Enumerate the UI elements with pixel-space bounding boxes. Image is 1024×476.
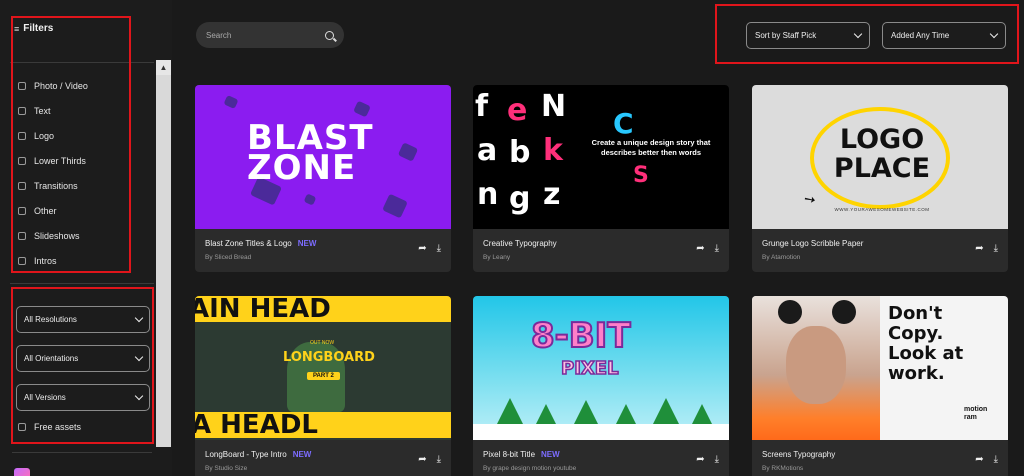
- card-actions: ➦ ⤓: [696, 454, 719, 465]
- search-icon[interactable]: [325, 30, 334, 40]
- thumb-brand: motion ram: [964, 406, 988, 421]
- card-title[interactable]: LongBoard - Type Intro NEW: [205, 450, 311, 459]
- thumbnail[interactable]: LOGO PLACE ➘ WWW.YOURAWESOMEWEBSITE.COM: [752, 85, 1008, 229]
- download-icon[interactable]: ⤓: [994, 243, 998, 254]
- card-title[interactable]: Grunge Logo Scribble Paper: [762, 239, 863, 248]
- card-author[interactable]: By Atamotion: [762, 254, 800, 261]
- search-input[interactable]: Search: [206, 31, 231, 40]
- card-actions: ➦ ⤓: [975, 454, 998, 465]
- thumb-part: PART 2: [307, 372, 340, 380]
- card-actions: ➦ ⤓: [975, 243, 998, 254]
- thumb-text: Create a unique design story that descri…: [591, 138, 711, 157]
- card-actions: ➦ ⤓: [418, 454, 441, 465]
- thumb-text: BLAST ZONE: [247, 118, 374, 188]
- highlight-box: [11, 287, 154, 444]
- sort-select[interactable]: Sort by Staff Pick: [746, 22, 870, 49]
- download-icon[interactable]: ⤓: [994, 454, 998, 465]
- arrow-icon: ➘: [800, 189, 819, 210]
- share-icon[interactable]: ➦: [696, 454, 704, 465]
- app-logo-icon[interactable]: [14, 468, 30, 476]
- share-icon[interactable]: ➦: [975, 454, 983, 465]
- new-badge: NEW: [297, 239, 317, 248]
- card-title[interactable]: Pixel 8-bit Title NEW: [483, 450, 560, 459]
- divider: [12, 452, 152, 453]
- card-title[interactable]: Screens Typography: [762, 450, 835, 459]
- card-title-text[interactable]: Grunge Logo Scribble Paper: [762, 239, 863, 248]
- thumb-sub: PIXEL: [560, 357, 619, 380]
- added-time-select[interactable]: Added Any Time: [882, 22, 1006, 49]
- card-title-text[interactable]: Creative Typography: [483, 239, 557, 248]
- download-icon[interactable]: ⤓: [437, 454, 441, 465]
- template-card[interactable]: 8-BIT PIXEL Pixel 8-bit Title NEW By gra…: [473, 296, 729, 476]
- chevron-down-icon: [853, 29, 863, 39]
- share-icon[interactable]: ➦: [418, 243, 426, 254]
- template-card[interactable]: f e N a b k n g z C S Create a unique de…: [473, 85, 729, 272]
- thumb-text: 8-BIT: [530, 315, 632, 357]
- template-card[interactable]: LOGO PLACE ➘ WWW.YOURAWESOMEWEBSITE.COM …: [752, 85, 1008, 272]
- card-actions: ➦ ⤓: [418, 243, 441, 254]
- download-icon[interactable]: ⤓: [715, 243, 719, 254]
- share-icon[interactable]: ➦: [975, 243, 983, 254]
- template-card[interactable]: BLAST ZONE Blast Zone Titles & Logo NEW …: [195, 85, 451, 272]
- thumbnail[interactable]: AIN HEAD A HEADL OUT NOW LONGBOARD PART …: [195, 296, 451, 440]
- scroll-up-arrow[interactable]: ▲: [156, 60, 171, 75]
- search-bar[interactable]: Search: [196, 22, 344, 48]
- card-title-text[interactable]: LongBoard - Type Intro: [205, 450, 287, 459]
- new-badge: NEW: [292, 450, 312, 459]
- download-icon[interactable]: ⤓: [715, 454, 719, 465]
- new-badge: NEW: [541, 450, 560, 459]
- card-title[interactable]: Blast Zone Titles & Logo NEW: [205, 239, 316, 248]
- thumb-text: LONGBOARD: [283, 350, 375, 365]
- thumbnail[interactable]: f e N a b k n g z C S Create a unique de…: [473, 85, 729, 229]
- card-actions: ➦ ⤓: [696, 243, 719, 254]
- template-card[interactable]: Don't Copy. Look at work. motion ram Scr…: [752, 296, 1008, 476]
- divider: [10, 283, 154, 284]
- card-title-text[interactable]: Pixel 8-bit Title: [483, 450, 535, 459]
- highlight-box: [11, 16, 131, 273]
- scrollbar-track[interactable]: [156, 75, 171, 447]
- download-icon[interactable]: ⤓: [437, 243, 441, 254]
- card-author[interactable]: By Leany: [483, 254, 510, 261]
- template-card[interactable]: AIN HEAD A HEADL OUT NOW LONGBOARD PART …: [195, 296, 451, 476]
- thumb-website: WWW.YOURAWESOMEWEBSITE.COM: [834, 207, 930, 212]
- share-icon[interactable]: ➦: [696, 243, 704, 254]
- thumbnail[interactable]: 8-BIT PIXEL: [473, 296, 729, 440]
- added-value: Added Any Time: [891, 31, 950, 40]
- card-author[interactable]: By Studio Size: [205, 465, 247, 472]
- chevron-down-icon: [989, 29, 999, 39]
- card-title[interactable]: Creative Typography: [483, 239, 557, 248]
- card-author[interactable]: By Sliced Bread: [205, 254, 251, 261]
- sort-value: Sort by Staff Pick: [755, 31, 817, 40]
- thumbnail[interactable]: Don't Copy. Look at work. motion ram: [752, 296, 1008, 440]
- card-title-text[interactable]: Screens Typography: [762, 450, 835, 459]
- card-author[interactable]: By grape design motion youtube: [483, 465, 576, 472]
- thumb-text: Don't Copy. Look at work.: [888, 303, 964, 384]
- thumb-text: LOGO PLACE: [833, 124, 931, 184]
- share-icon[interactable]: ➦: [418, 454, 426, 465]
- thumb-out-now: OUT NOW: [310, 340, 335, 346]
- card-title-text[interactable]: Blast Zone Titles & Logo: [205, 239, 292, 248]
- card-author[interactable]: By RKMotions: [762, 465, 803, 472]
- thumbnail[interactable]: BLAST ZONE: [195, 85, 451, 229]
